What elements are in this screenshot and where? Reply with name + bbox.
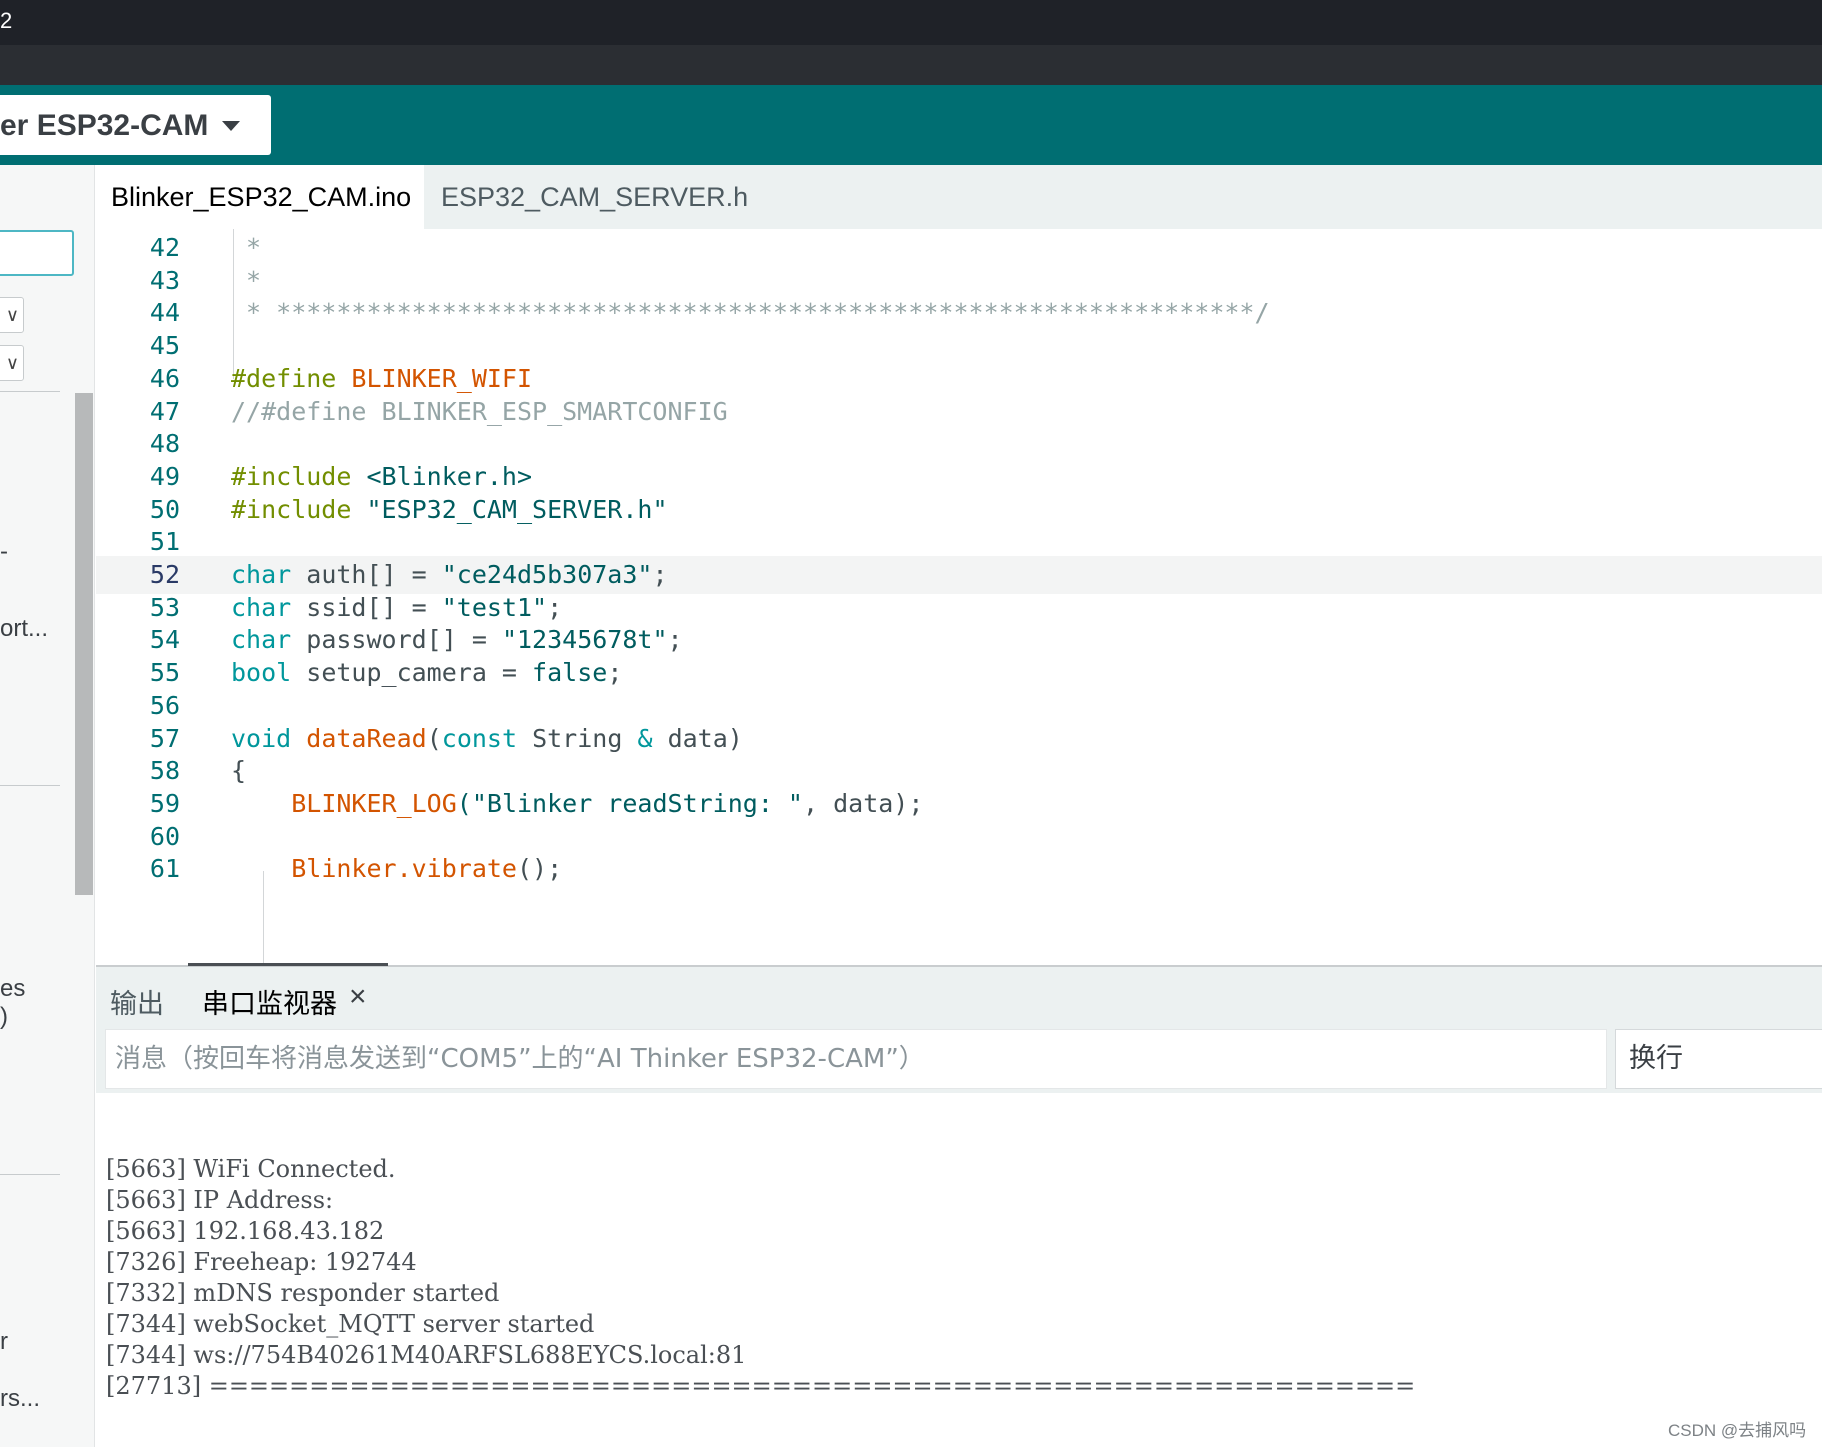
serial-line: [7326] Freeheap: 192744 bbox=[106, 1248, 417, 1276]
divider bbox=[0, 391, 60, 392]
sidebar-item-text: es bbox=[0, 975, 26, 1002]
sidebar-scrollbar[interactable] bbox=[75, 393, 93, 895]
serial-message-bar: 消息（按回车将消息发送到“COM5”上的“AI Thinker ESP32-CA… bbox=[96, 1029, 1822, 1093]
sidebar-item-text: - bbox=[0, 538, 8, 565]
bottom-panel-tabs: 输出 串口监视器 × bbox=[96, 967, 1822, 1029]
divider bbox=[0, 1174, 60, 1175]
window-title: 2 bbox=[0, 8, 13, 33]
divider bbox=[0, 785, 60, 786]
board-selector[interactable]: er ESP32-CAM bbox=[0, 95, 271, 155]
serial-line: [7344] webSocket_MQTT server started bbox=[106, 1310, 595, 1338]
menu-bar bbox=[0, 45, 1822, 85]
chevron-down-icon bbox=[222, 121, 240, 131]
sidebar-item-text[interactable]: rs... bbox=[0, 1385, 40, 1413]
editor-tabs: Blinker_ESP32_CAM.ino ESP32_CAM_SERVER.h bbox=[96, 165, 1822, 229]
sidebar-item-text[interactable]: ort... bbox=[0, 615, 48, 643]
sidebar: ∨ ∨ - ort... es ) r rs... bbox=[0, 165, 95, 1447]
tab-serial-monitor[interactable]: 串口监视器 bbox=[202, 982, 337, 1021]
serial-message-input[interactable]: 消息（按回车将消息发送到“COM5”上的“AI Thinker ESP32-CA… bbox=[105, 1029, 1607, 1089]
board-name: er ESP32-CAM bbox=[0, 109, 209, 142]
serial-line: [7332] mDNS responder started bbox=[106, 1279, 500, 1307]
serial-line: [7344] ws://754B40261M40ARFSL688EYCS.loc… bbox=[106, 1341, 747, 1369]
serial-line: [5663] WiFi Connected. bbox=[106, 1155, 396, 1183]
tab-output[interactable]: 输出 bbox=[110, 982, 164, 1021]
sidebar-search-input[interactable] bbox=[0, 230, 74, 276]
serial-output[interactable]: [5663] WiFi Connected. [5663] IP Address:… bbox=[96, 1093, 1822, 1447]
chevron-down-icon: ∨ bbox=[5, 353, 19, 373]
sidebar-dropdown-topic[interactable]: ∨ bbox=[0, 345, 24, 381]
sidebar-item-text: r bbox=[0, 1328, 8, 1355]
watermark: CSDN @去捕风吗 bbox=[1668, 1421, 1807, 1440]
code-text: Blinker.vibrate(); bbox=[291, 854, 563, 884]
panel-resize-handle[interactable] bbox=[188, 963, 388, 966]
code-line[interactable]: 61 Blinker.vibrate(); bbox=[96, 850, 1822, 888]
toolbar: er ESP32-CAM bbox=[0, 85, 1822, 165]
serial-line: [27713] ================================… bbox=[106, 1372, 1416, 1400]
line-number: 61 bbox=[149, 854, 180, 884]
line-ending-select[interactable]: 换行 bbox=[1615, 1029, 1822, 1089]
tab-blinker-ino[interactable]: Blinker_ESP32_CAM.ino bbox=[96, 165, 424, 229]
chevron-down-icon: ∨ bbox=[5, 305, 19, 325]
title-bar: 2 bbox=[0, 0, 1822, 45]
sidebar-item-text: ) bbox=[0, 1003, 8, 1030]
close-icon[interactable]: × bbox=[349, 980, 367, 1014]
serial-line: [5663] 192.168.43.182 bbox=[106, 1217, 385, 1245]
code-editor[interactable]: 42 * 43 * 44 * ***************************… bbox=[96, 229, 1822, 965]
tab-esp32-cam-server-h[interactable]: ESP32_CAM_SERVER.h bbox=[426, 165, 763, 229]
serial-line: [5663] IP Address: bbox=[106, 1186, 334, 1214]
sidebar-dropdown-type[interactable]: ∨ bbox=[0, 297, 24, 333]
